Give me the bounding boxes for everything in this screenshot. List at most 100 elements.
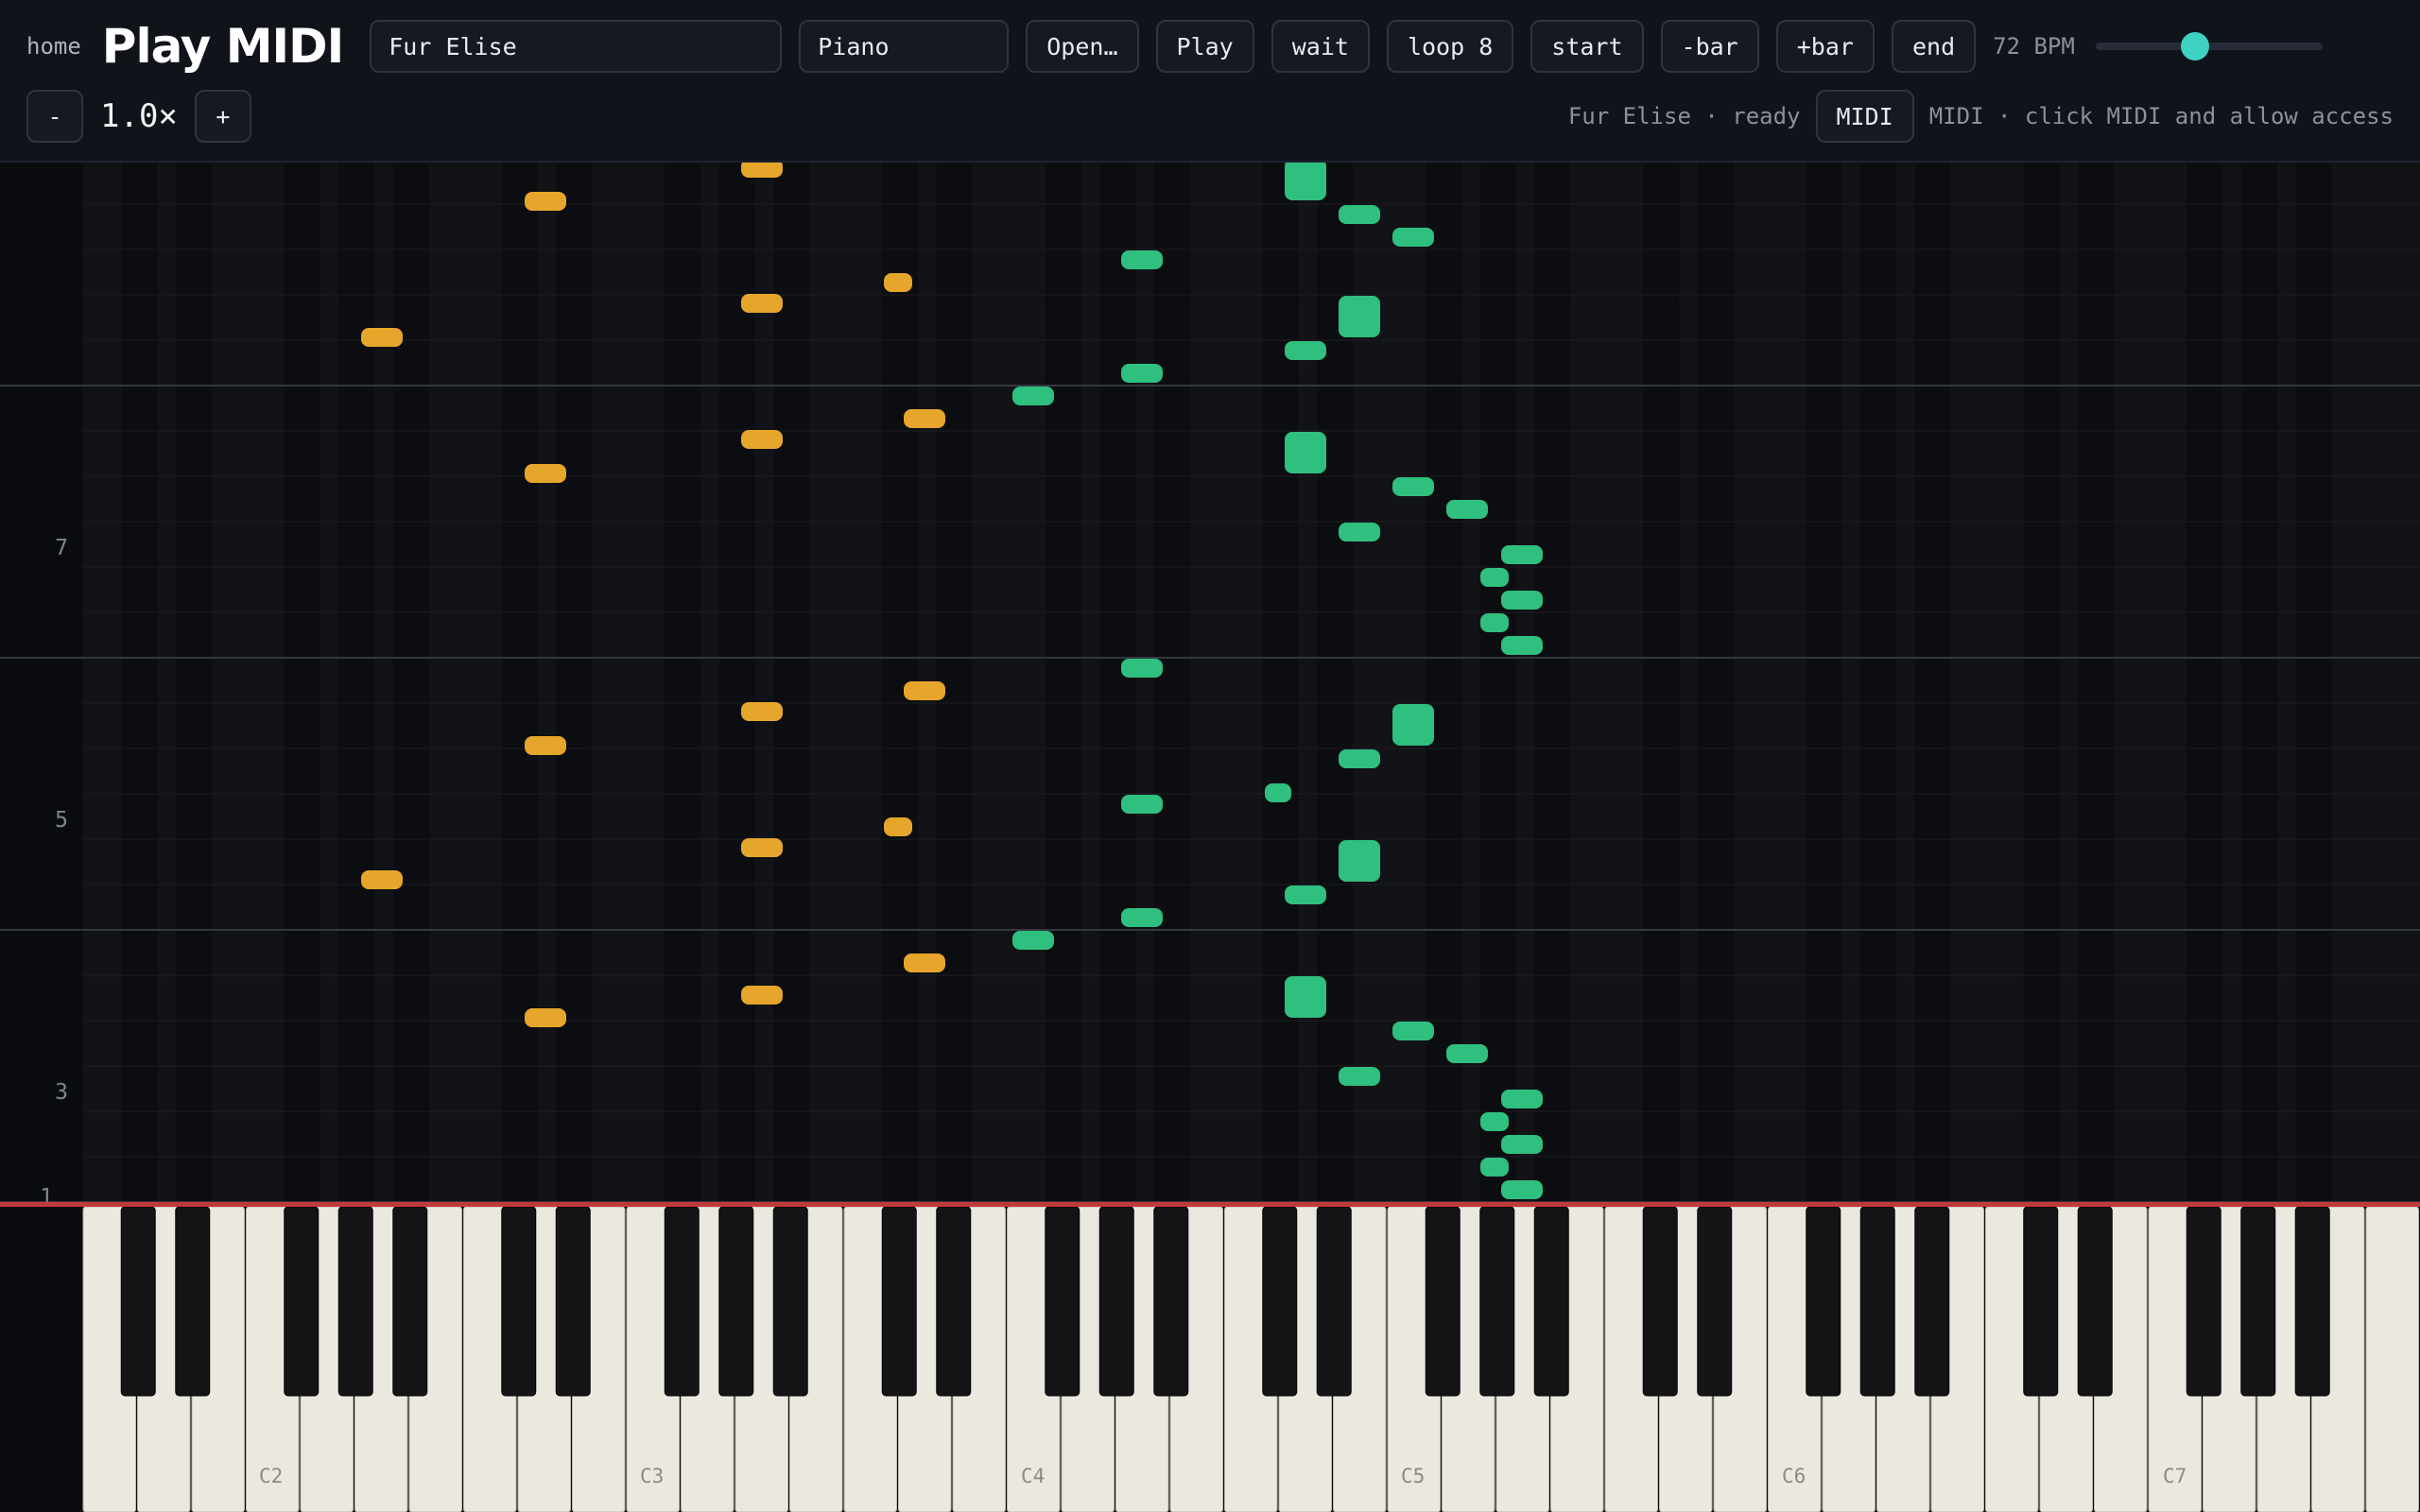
black-key[interactable] bbox=[1914, 1207, 1950, 1397]
note-right-hand bbox=[1285, 976, 1326, 1018]
black-key[interactable] bbox=[1479, 1207, 1515, 1397]
note-left-hand bbox=[904, 681, 945, 700]
keyboard-gutter bbox=[0, 1207, 83, 1512]
black-key[interactable] bbox=[1533, 1207, 1569, 1397]
black-key-lane bbox=[284, 163, 320, 1202]
zoom-out-button[interactable]: - bbox=[26, 90, 83, 143]
black-key-lane bbox=[501, 163, 538, 1202]
note-right-hand bbox=[1501, 545, 1543, 564]
black-key[interactable] bbox=[936, 1207, 972, 1397]
note-right-hand bbox=[1501, 591, 1543, 610]
black-key[interactable] bbox=[1262, 1207, 1298, 1397]
black-key[interactable] bbox=[881, 1207, 917, 1397]
bar-label-7: 7 bbox=[55, 536, 68, 560]
black-key[interactable] bbox=[1806, 1207, 1841, 1397]
black-key[interactable] bbox=[1697, 1207, 1733, 1397]
note-right-hand bbox=[1480, 1112, 1509, 1131]
midi-button[interactable]: MIDI bbox=[1815, 90, 1914, 143]
end-button[interactable]: end bbox=[1891, 20, 1977, 73]
tempo-slider-thumb[interactable] bbox=[2181, 32, 2210, 60]
note-right-hand bbox=[1121, 364, 1163, 383]
main-controls: home Play MIDI Fur Elise Piano Open… Pla… bbox=[26, 19, 2323, 74]
black-key[interactable] bbox=[2077, 1207, 2113, 1397]
piano-roll[interactable]: 1 3 5 7 bbox=[0, 163, 2420, 1202]
black-key[interactable] bbox=[2023, 1207, 2059, 1397]
black-key[interactable] bbox=[284, 1207, 320, 1397]
midi-status: MIDI · click MIDI and allow access bbox=[1928, 103, 2394, 129]
black-key[interactable] bbox=[2240, 1207, 2276, 1397]
zoom-value: 1.0× bbox=[100, 97, 178, 135]
note-left-hand bbox=[361, 870, 403, 889]
home-link[interactable]: home bbox=[26, 33, 81, 60]
bpm-readout: 72 BPM bbox=[1993, 33, 2075, 60]
prev-bar-button[interactable]: -bar bbox=[1660, 20, 1759, 73]
key-lanes bbox=[0, 163, 2420, 1202]
black-key-lane bbox=[1806, 163, 1842, 1202]
play-button[interactable]: Play bbox=[1155, 20, 1254, 73]
octave-label-c6: C6 bbox=[1782, 1465, 1806, 1487]
note-right-hand bbox=[1392, 1022, 1434, 1040]
black-key[interactable] bbox=[2186, 1207, 2221, 1397]
black-key[interactable] bbox=[392, 1207, 428, 1397]
note-right-hand bbox=[1446, 1044, 1488, 1063]
black-key[interactable] bbox=[1642, 1207, 1678, 1397]
black-key[interactable] bbox=[1425, 1207, 1461, 1397]
white-key[interactable] bbox=[2365, 1207, 2419, 1512]
note-right-hand bbox=[1265, 783, 1291, 802]
black-key[interactable] bbox=[1859, 1207, 1895, 1397]
note-left-hand bbox=[884, 273, 912, 292]
note-right-hand bbox=[1480, 568, 1509, 587]
note-left-hand bbox=[525, 1008, 566, 1027]
instrument-select[interactable]: Piano bbox=[799, 20, 1010, 73]
loop-button[interactable]: loop 8 bbox=[1386, 20, 1514, 73]
black-key[interactable] bbox=[1045, 1207, 1080, 1397]
note-right-hand bbox=[1012, 931, 1054, 950]
black-key[interactable] bbox=[1098, 1207, 1134, 1397]
octave-label-c3: C3 bbox=[640, 1465, 664, 1487]
black-key[interactable] bbox=[1316, 1207, 1352, 1397]
black-key-lane bbox=[1099, 163, 1136, 1202]
secondary-controls: - 1.0× + Fur Elise · ready MIDI MIDI · c… bbox=[26, 89, 2394, 144]
black-key-lane bbox=[338, 163, 375, 1202]
next-bar-button[interactable]: +bar bbox=[1775, 20, 1875, 73]
start-button[interactable]: start bbox=[1530, 20, 1644, 73]
note-right-hand bbox=[1339, 523, 1380, 541]
note-left-hand bbox=[741, 163, 783, 178]
note-right-hand bbox=[1285, 163, 1326, 200]
piano-roll-canvas: 1 3 5 7 bbox=[0, 163, 2420, 1202]
note-right-hand bbox=[1480, 1158, 1509, 1177]
black-key[interactable] bbox=[718, 1207, 754, 1397]
note-left-hand bbox=[741, 838, 783, 857]
black-key[interactable] bbox=[175, 1207, 211, 1397]
bar-label-5: 5 bbox=[55, 808, 68, 833]
black-key-lane bbox=[1479, 163, 1516, 1202]
app-logo: Play MIDI bbox=[101, 19, 344, 74]
piano-keyboard[interactable]: C2 C3 C4 C5 C6 C7 bbox=[0, 1207, 2420, 1512]
black-key-lane bbox=[2240, 163, 2277, 1202]
black-key[interactable] bbox=[337, 1207, 373, 1397]
black-key[interactable] bbox=[120, 1207, 156, 1397]
black-key-lane bbox=[2078, 163, 2115, 1202]
note-left-hand bbox=[904, 954, 945, 972]
bar-label-1: 1 bbox=[40, 1185, 53, 1202]
black-key[interactable] bbox=[555, 1207, 591, 1397]
black-key-lane bbox=[2023, 163, 2060, 1202]
song-field[interactable]: Fur Elise bbox=[370, 20, 783, 73]
black-key[interactable] bbox=[1153, 1207, 1189, 1397]
black-key-lane bbox=[1153, 163, 1190, 1202]
open-button[interactable]: Open… bbox=[1026, 20, 1139, 73]
black-key[interactable] bbox=[664, 1207, 700, 1397]
black-key[interactable] bbox=[501, 1207, 537, 1397]
zoom-in-button[interactable]: + bbox=[194, 90, 251, 143]
wait-button[interactable]: wait bbox=[1270, 20, 1370, 73]
black-key[interactable] bbox=[2294, 1207, 2330, 1397]
note-right-hand bbox=[1501, 1180, 1543, 1199]
note-right-hand bbox=[1121, 795, 1163, 814]
song-status: Fur Elise · ready bbox=[1567, 103, 1801, 129]
tempo-slider[interactable] bbox=[2095, 20, 2323, 73]
note-right-hand bbox=[1339, 749, 1380, 768]
octave-label-c2: C2 bbox=[259, 1465, 283, 1487]
black-key[interactable] bbox=[772, 1207, 808, 1397]
note-left-hand bbox=[884, 817, 912, 836]
black-key-lane bbox=[121, 163, 158, 1202]
